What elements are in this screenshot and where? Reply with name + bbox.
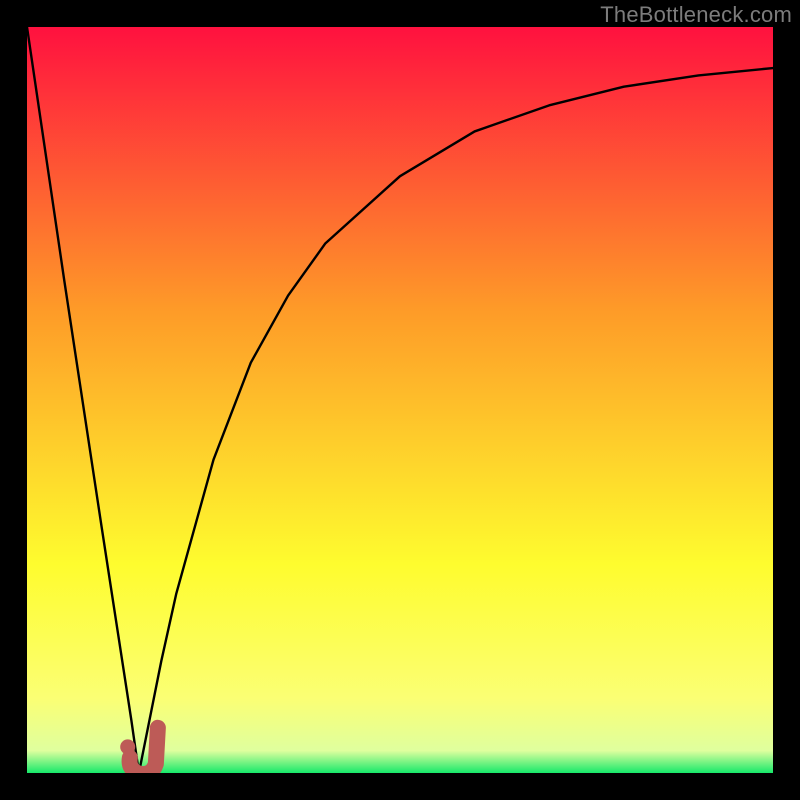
frame-left [0,0,27,800]
watermark-text: TheBottleneck.com [600,2,792,28]
frame-bottom [0,773,800,800]
frame-right [773,0,800,800]
chart-stage: TheBottleneck.com [0,0,800,800]
plot-background [27,27,773,773]
bottleneck-chart [0,0,800,800]
